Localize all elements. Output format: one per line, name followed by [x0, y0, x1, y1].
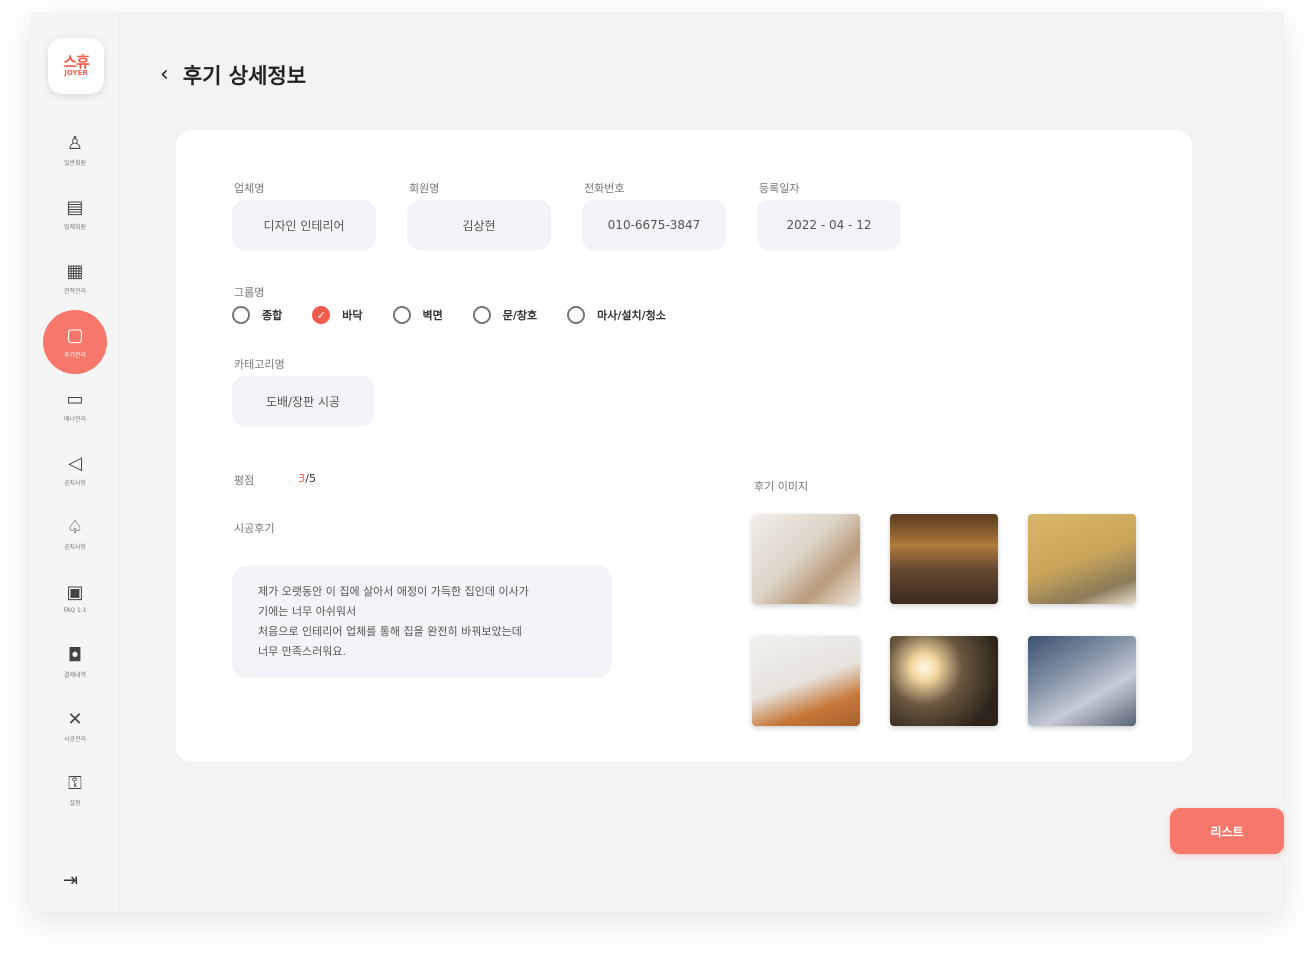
info-field: 전화번호 010-6675-3847: [582, 180, 726, 250]
member-name-field[interactable]: 김상현: [407, 200, 551, 250]
radio-label: 문/창호: [502, 309, 538, 322]
review-icon: ▢: [66, 324, 84, 346]
group-section: 그룹명 종합 ✓ 바닥 벽면 문/창호 마사/설치/청소: [232, 284, 696, 324]
group-radio-option[interactable]: 종합: [232, 306, 282, 324]
review-text-box: 제가 오랫동안 이 집에 살아서 애정이 가득한 집인데 이사가기에는 너무 아…: [232, 566, 612, 678]
radio-checked-icon[interactable]: ✓: [312, 306, 331, 324]
field-label: 전화번호: [584, 182, 625, 195]
sidebar-item-label: 공지사항: [63, 479, 87, 487]
sidebar-item-label: 일반회원: [63, 159, 87, 167]
lamp-photo[interactable]: [890, 636, 998, 726]
category-label: 카테고리명: [234, 358, 285, 371]
page-title: 후기 상세정보: [182, 64, 307, 88]
sidebar-item-label: 설정: [69, 799, 81, 807]
registered-date-field[interactable]: 2022 - 04 - 12: [757, 200, 901, 250]
company-name-field[interactable]: 디자인 인테리어: [232, 200, 376, 250]
sidebar-item-label: 업체회원: [63, 223, 87, 231]
megaphone-icon: ◁: [68, 452, 82, 474]
radio-unchecked-icon[interactable]: [472, 306, 491, 324]
radio-unchecked-icon[interactable]: [232, 306, 250, 324]
sidebar-item-label: 결제내역: [63, 671, 87, 679]
bag-icon: ◘: [67, 644, 83, 666]
field-label: 회원명: [409, 182, 440, 195]
rating-row: 평점 3/5: [234, 472, 316, 488]
sidebar-item[interactable]: ✕ 시공관리: [43, 694, 107, 758]
brand-logo[interactable]: 스휴 JOYER: [48, 38, 104, 94]
thumbs-up-icon: ♤: [66, 516, 84, 538]
sidebar: 스휴 JOYER ♙ 일반회원 ▤ 업체회원 ▦ 견적관리 ▢ 후기관리 ▭ 배너관리 ◁ 공지사항 ♤…: [30, 12, 120, 912]
sidebar-nav: ♙ 일반회원 ▤ 업체회원 ▦ 견적관리 ▢ 후기관리 ▭ 배너관리 ◁ 공지사항 ♤ 공지사항 ▣ FAQ …: [30, 118, 120, 822]
document-icon: ▦: [66, 260, 84, 282]
main-content: ‹ 후기 상세정보 업체명디자인 인테리어 회원명김상현 전화번호 010-6675-…: [120, 12, 1284, 912]
list-button[interactable]: 리스트: [1170, 808, 1284, 854]
monitor-icon: ▭: [66, 388, 84, 410]
logo-mark: 스휴: [63, 52, 90, 71]
rating-label: 평점: [234, 474, 255, 487]
sidebar-item[interactable]: ▭ 배너관리: [43, 374, 107, 438]
review-line: 너무 만족스러워요.: [258, 645, 346, 658]
bedroom-photo[interactable]: [1028, 636, 1136, 726]
review-photo-grid: [752, 514, 1136, 726]
app-window: 스휴 JOYER ♙ 일반회원 ▤ 업체회원 ▦ 견적관리 ▢ 후기관리 ▭ 배너관리 ◁ 공지사항 ♤…: [30, 12, 1284, 912]
info-fields: 업체명디자인 인테리어 회원명김상현 전화번호 010-6675-3847 등록일자 20…: [232, 180, 901, 250]
lock-icon: ⚿: [68, 772, 82, 794]
sidebar-item-label: 공지사항: [63, 543, 87, 551]
group-radio-option[interactable]: 벽면: [392, 306, 443, 324]
tools-icon: ✕: [67, 708, 83, 730]
sidebar-item-label: FAQ 1:1: [63, 606, 87, 614]
sidebar-item[interactable]: ◘ 결제내역: [43, 630, 107, 694]
category-section: 카테고리명 도배/장판 시공: [232, 356, 374, 426]
rating-max: /5: [305, 472, 316, 485]
logo-sub: JOYER: [64, 68, 88, 77]
info-field: 등록일자 2022 - 04 - 12: [757, 180, 901, 250]
review-detail-card: 업체명디자인 인테리어 회원명김상현 전화번호 010-6675-3847 등록일자 20…: [176, 130, 1192, 762]
sidebar-item-label: 배너관리: [63, 415, 87, 423]
field-label: 등록일자: [759, 182, 800, 195]
review-line: 처음으로 인테리어 업체를 통해 집을 완전히 바꿔보았는데: [258, 625, 522, 638]
group-label: 그룹명: [234, 286, 265, 299]
back-arrow-icon[interactable]: ‹: [160, 61, 169, 89]
radio-label: 마사/설치/청소: [597, 309, 666, 322]
sidebar-item[interactable]: ♙ 일반회원: [43, 118, 107, 182]
sidebar-item-label: 후기관리: [63, 351, 87, 359]
building-icon: ▤: [66, 196, 84, 218]
chat-icon: ▣: [66, 581, 84, 603]
photos-label: 후기 이미지: [754, 480, 809, 493]
rating-value: 3/5: [298, 472, 316, 488]
sidebar-item[interactable]: ♤ 공지사항: [43, 502, 107, 566]
review-label: 시공후기: [234, 522, 275, 535]
field-label: 업체명: [234, 182, 265, 195]
sidebar-item[interactable]: ⚿ 설정: [43, 758, 107, 822]
sidebar-item[interactable]: ▤ 업체회원: [43, 182, 107, 246]
phone-field[interactable]: 010-6675-3847: [582, 200, 726, 250]
group-radio-option[interactable]: 문/창호: [472, 306, 538, 324]
radio-label: 바닥: [342, 309, 363, 322]
review-line: 기에는 너무 아쉬워서: [258, 605, 357, 618]
sidebar-item-label: 시공관리: [63, 735, 87, 743]
radio-label: 종합: [262, 309, 283, 322]
user-icon: ♙: [66, 132, 84, 154]
review-line: 제가 오랫동안 이 집에 살아서 애정이 가득한 집인데 이사가: [258, 585, 529, 598]
radio-unchecked-icon[interactable]: [567, 306, 586, 324]
sidebar-item[interactable]: ▢ 후기관리: [43, 310, 107, 374]
mustard-room-photo[interactable]: [1028, 514, 1136, 604]
info-field: 업체명디자인 인테리어: [232, 180, 376, 250]
radio-label: 벽면: [422, 309, 443, 322]
dining-room-photo[interactable]: [890, 514, 998, 604]
sidebar-item[interactable]: ▦ 견적관리: [43, 246, 107, 310]
sidebar-item[interactable]: ▣ FAQ 1:1: [43, 566, 107, 630]
info-field: 회원명김상현: [407, 180, 551, 250]
radio-unchecked-icon[interactable]: [392, 306, 411, 324]
page-header: ‹ 후기 상세정보: [160, 60, 306, 90]
sofa-room-photo[interactable]: [752, 636, 860, 726]
sidebar-item-label: 견적관리: [63, 287, 87, 295]
category-field[interactable]: 도배/장판 시공: [232, 376, 374, 426]
logout-icon[interactable]: ⇥: [63, 870, 78, 891]
sidebar-item[interactable]: ◁ 공지사항: [43, 438, 107, 502]
group-radio-list: 종합 ✓ 바닥 벽면 문/창호 마사/설치/청소: [232, 306, 696, 324]
living-room-photo[interactable]: [752, 514, 860, 604]
group-radio-option[interactable]: 마사/설치/청소: [567, 306, 666, 324]
group-radio-option[interactable]: ✓ 바닥: [312, 306, 363, 324]
